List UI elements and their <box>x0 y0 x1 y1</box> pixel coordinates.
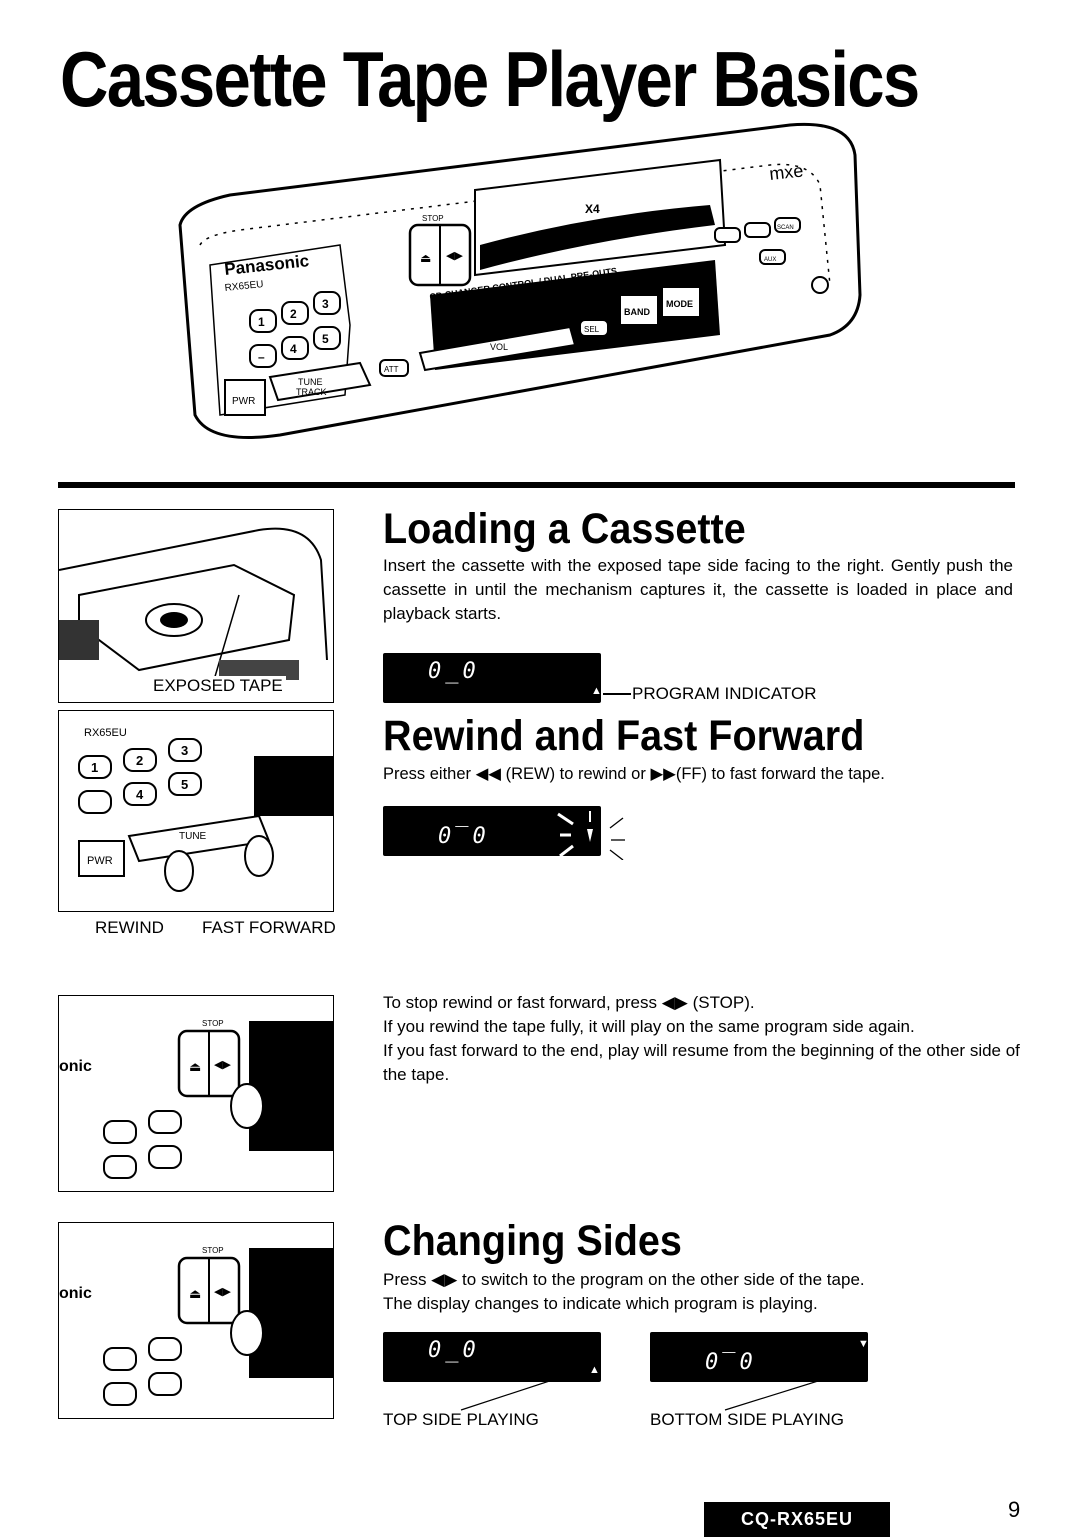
lcd-loading-value: 0_0 <box>428 659 480 684</box>
bottom-side-caption: BOTTOM SIDE PLAYING <box>650 1410 844 1429</box>
brand-partial: onic <box>59 1058 92 1075</box>
exposed-tape-caption: EXPOSED TAPE <box>150 676 286 696</box>
preset-4-small: 4 <box>136 787 144 802</box>
car-stereo-illustration: ⏏ ◀▶ STOP X4 CD CHANGER CONTROL / DUAL P… <box>178 122 862 439</box>
heading-changing-sides: Changing Sides <box>383 1217 682 1265</box>
finger-changing <box>230 1310 264 1356</box>
program-indicator-caption: PROGRAM INDICATOR <box>632 684 817 703</box>
heading-loading: Loading a Cassette <box>383 505 746 553</box>
lcd-loading: 0_0 ▲ <box>383 653 602 703</box>
top-side-caption: TOP SIDE PLAYING <box>383 1410 539 1429</box>
changing-sides-text: Press ◀▶ to switch to the program on the… <box>383 1268 865 1316</box>
loading-text: Insert the cassette with the exposed tap… <box>383 556 1013 623</box>
blink-rays-icon <box>609 817 625 860</box>
lcd-rewind: 0‾0 <box>383 806 601 858</box>
page-number: 9 <box>1008 1497 1021 1522</box>
rewind-ff-figure: RX65EU 1 2 3 4 5 PWR TUNE <box>58 710 334 912</box>
model-label-small: RX65EU <box>84 727 127 739</box>
label-band: BAND <box>624 307 650 317</box>
section-divider <box>58 482 1015 488</box>
label-att: ATT <box>384 365 399 374</box>
label-sel: SEL <box>584 325 600 334</box>
eject-icon-small-2: ⏏ <box>189 1286 201 1301</box>
preset-2-small: 2 <box>136 753 143 768</box>
label-vol: VOL <box>490 342 508 352</box>
heading-rewind-ff: Rewind and Fast Forward <box>383 712 865 760</box>
fast-forward-caption: FAST FORWARD <box>202 918 336 937</box>
label-stop-small-2: STOP <box>202 1246 224 1255</box>
label-tune-small: TUNE <box>179 831 207 842</box>
changing-sides-figure: ⏏ ◀▶ STOP onic <box>58 1222 334 1419</box>
preset-1: 1 <box>258 315 265 329</box>
loading-figure <box>58 509 334 703</box>
stop-text-line-2: If you rewind the tape fully, it will pl… <box>383 1017 915 1036</box>
eject-icon-small: ⏏ <box>189 1059 201 1074</box>
stop-icon-small: ◀▶ <box>214 1059 231 1071</box>
label-mode: MODE <box>666 299 693 309</box>
preset-3: 3 <box>322 297 329 311</box>
lcd-rewind-value: 0‾0 <box>438 824 490 849</box>
finger-rewind <box>164 850 194 892</box>
preset-minus: – <box>258 350 265 364</box>
rewind-caption: REWIND <box>95 918 164 937</box>
blinking-indicator-icon <box>557 811 593 858</box>
preset-5-small: 5 <box>181 777 188 792</box>
preset-4: 4 <box>290 342 297 356</box>
dolby-logo: X4 <box>585 202 600 216</box>
stop-text-block: To stop rewind or fast forward, press ◀▶… <box>383 991 1023 1087</box>
stop-icon-small-2: ◀▶ <box>214 1286 231 1298</box>
changing-sides-line-2: The display changes to indicate which pr… <box>383 1294 818 1313</box>
preset-3-small: 3 <box>181 743 188 758</box>
rewind-ff-text: Press either ◀◀ (REW) to rewind or ▶▶(FF… <box>383 765 885 783</box>
label-scan: SCAN <box>777 225 794 231</box>
aux-jack <box>811 276 829 294</box>
stop-text-line-1: To stop rewind or fast forward, press ◀▶… <box>383 993 755 1012</box>
stop-icon: ◀▶ <box>446 250 463 262</box>
label-aux: AUX <box>764 257 776 263</box>
finger-stop <box>230 1083 264 1129</box>
program-indicator-up-icon: ▲ <box>591 685 602 697</box>
label-tune: TUNE <box>298 377 323 387</box>
label-pwr-small: PWR <box>87 855 113 867</box>
stop-text-line-3: If you fast forward to the end, play wil… <box>383 1041 1020 1084</box>
brand-partial-2: onic <box>59 1285 92 1302</box>
preset-2: 2 <box>290 307 297 321</box>
preset-1-small: 1 <box>91 760 98 775</box>
callout-lines <box>460 1366 864 1411</box>
preset-5: 5 <box>322 332 329 346</box>
label-pwr: PWR <box>232 396 255 407</box>
label-auto-preset: AUTO PRESET <box>620 287 663 293</box>
mxe-logo: mxe <box>768 161 804 184</box>
model-badge: CQ-RX65EU <box>704 1502 890 1537</box>
label-stop-small: STOP <box>202 1019 224 1028</box>
finger-ff <box>244 835 274 877</box>
label-stop: STOP <box>422 214 444 223</box>
eject-icon: ⏏ <box>420 251 431 265</box>
changing-sides-line-1: Press ◀▶ to switch to the program on the… <box>383 1270 865 1289</box>
label-track: TRACK <box>296 387 327 397</box>
callout-line <box>603 693 631 695</box>
stop-figure: ⏏ ◀▶ STOP onic <box>58 995 334 1192</box>
